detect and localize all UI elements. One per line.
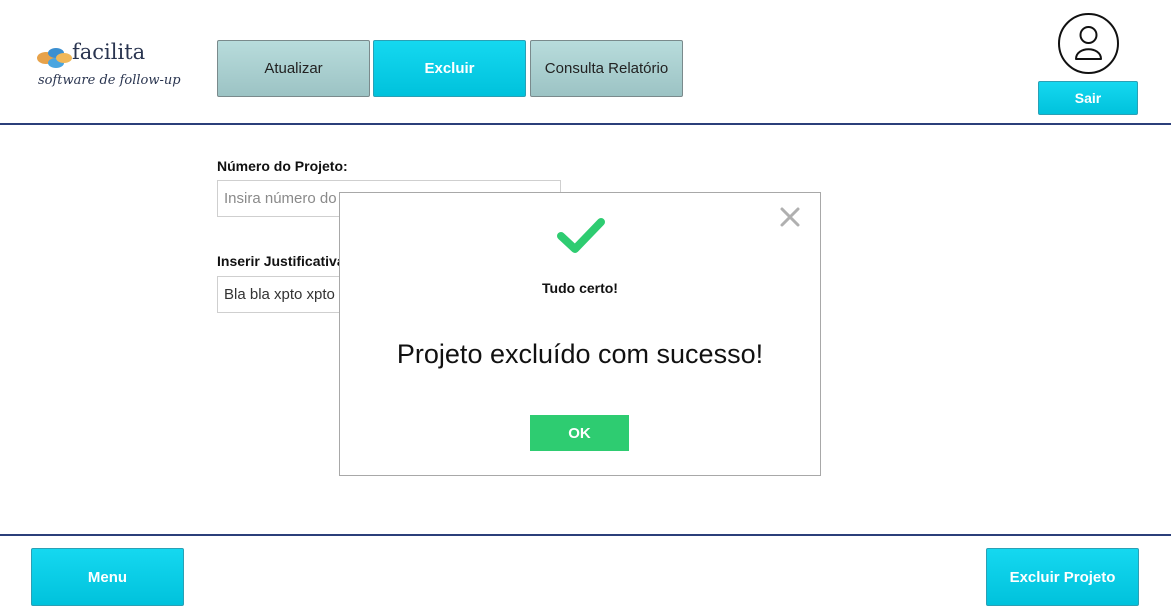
success-dialog: Tudo certo! Projeto excluído com sucesso… <box>339 192 821 476</box>
user-avatar-icon[interactable] <box>1058 13 1119 74</box>
header-divider <box>0 123 1171 125</box>
dialog-title: Tudo certo! <box>542 280 618 296</box>
close-icon[interactable] <box>778 205 802 229</box>
delete-project-button[interactable]: Excluir Projeto <box>986 548 1139 606</box>
ok-button[interactable]: OK <box>530 415 629 451</box>
tab-atualizar[interactable]: Atualizar <box>217 40 370 97</box>
dialog-message: Projeto excluído com sucesso! <box>396 339 764 369</box>
logo-mark-icon <box>37 48 72 68</box>
tab-excluir[interactable]: Excluir <box>373 40 526 97</box>
person-icon <box>1075 26 1102 60</box>
brand-name: facilita <box>72 40 146 64</box>
menu-button[interactable]: Menu <box>31 548 184 606</box>
footer-divider <box>0 534 1171 536</box>
logout-button[interactable]: Sair <box>1038 81 1138 115</box>
tab-consulta-relatorio[interactable]: Consulta Relatório <box>530 40 683 97</box>
brand-logo: facilita software de follow-up <box>34 40 184 96</box>
check-icon <box>557 218 605 253</box>
project-number-label: Número do Projeto: <box>217 158 348 174</box>
brand-tagline: software de follow-up <box>38 73 181 88</box>
justification-label: Inserir Justificativa: <box>217 253 350 269</box>
